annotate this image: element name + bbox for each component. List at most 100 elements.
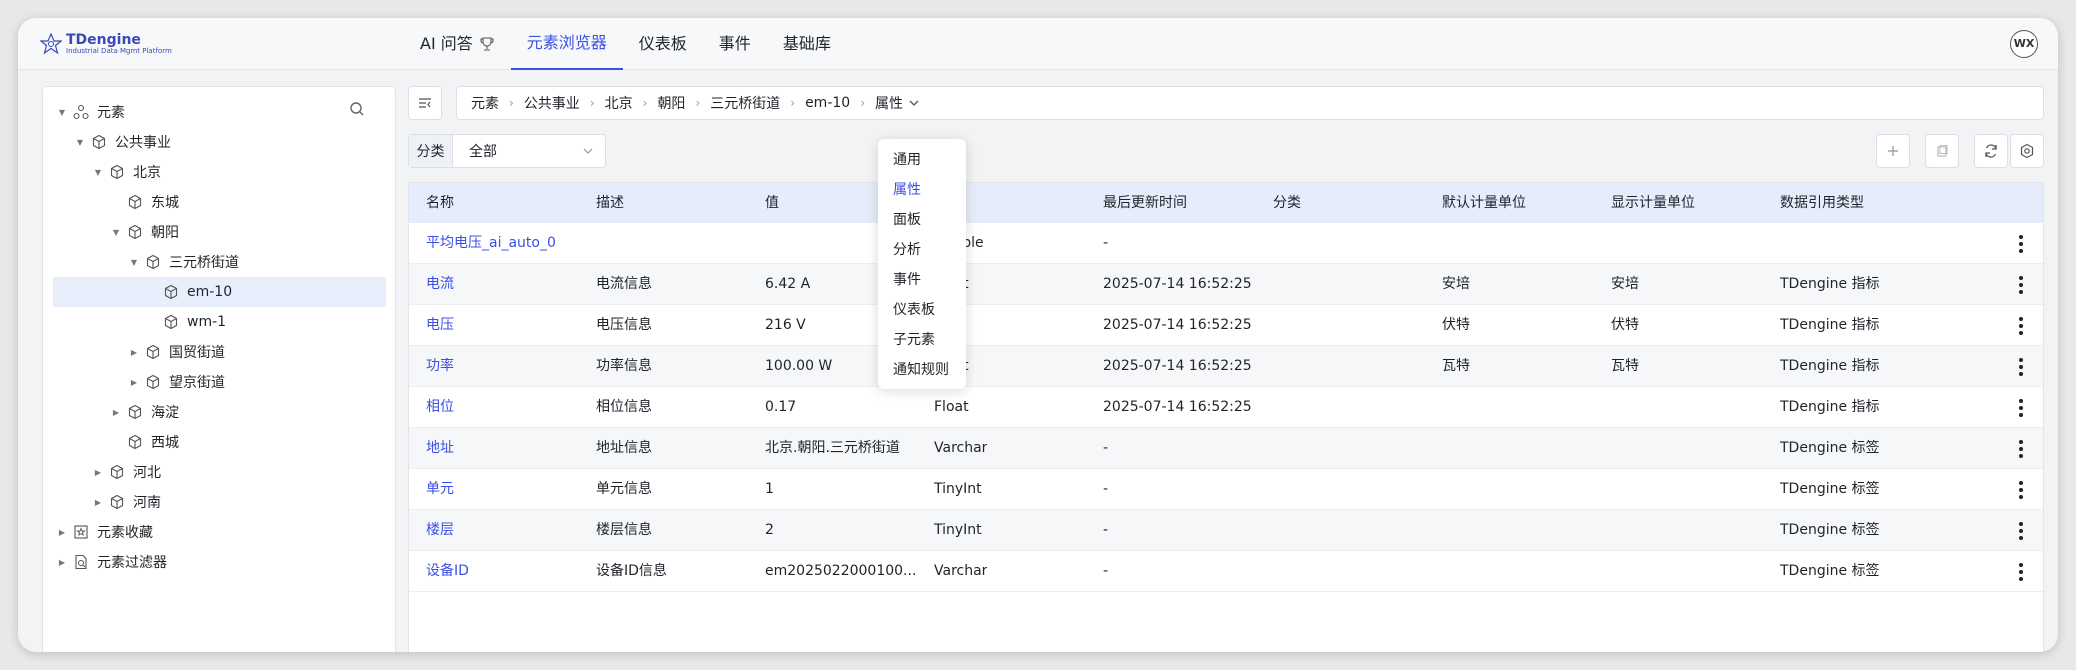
more-actions-icon[interactable] [2019,235,2023,253]
collapse-sidebar-button[interactable] [408,86,442,120]
table-row[interactable]: 楼层 楼层信息 2 TinyInt - TDengine 标签 [409,510,2043,551]
caret-right-icon[interactable]: ▶ [129,348,139,357]
more-actions-icon[interactable] [2019,563,2023,581]
table-cell[interactable]: 电流 [426,264,454,305]
column-header[interactable]: 显示计量单位 [1611,183,1695,223]
table-cell[interactable]: 楼层 [426,510,454,551]
breadcrumb-tab-select[interactable]: 属性 [875,93,903,113]
table-cell: 216 V [765,317,806,333]
dropdown-item-child-elements[interactable]: 子元素 [878,325,966,355]
table-cell[interactable]: 设备ID [426,551,469,592]
more-actions-icon[interactable] [2019,399,2023,417]
column-header[interactable]: 值 [765,183,779,223]
dropdown-item-attributes[interactable]: 属性 [878,175,966,205]
gear-icon [2020,143,2034,159]
tree-item-em-10[interactable]: em-10 [53,277,386,307]
breadcrumb-item[interactable]: 朝阳 [657,93,685,113]
chevron-down-icon[interactable] [909,98,919,108]
more-actions-icon[interactable] [2019,440,2023,458]
logo[interactable]: TDengine Industrial Data Mgmt Platform [40,28,172,60]
caret-right-icon[interactable]: ▶ [57,528,67,537]
column-header[interactable]: 名称 [426,183,454,223]
table-row[interactable]: 电压电压信息216 VInt2025-07-14 16:52:25伏特伏特TDe… [409,305,2043,346]
tree-item-wm-1[interactable]: wm-1 [43,307,376,337]
dropdown-item-panel[interactable]: 面板 [878,205,966,235]
table-cell[interactable]: 功率 [426,346,454,387]
tree-item-public-utility[interactable]: ▼ 公共事业 [43,127,376,157]
category-filter[interactable]: 分类 全部 [408,134,606,168]
tree-item-haidian[interactable]: ▶ 海淀 [43,397,376,427]
copy-button[interactable] [1925,134,1959,168]
dropdown-item-notification-rules[interactable]: 通知规则 [878,355,966,385]
caret-right-icon[interactable]: ▶ [129,378,139,387]
column-header[interactable]: 数据引用类型 [1780,183,1864,223]
caret-right-icon[interactable]: ▶ [93,498,103,507]
tree-item-guomao[interactable]: ▶ 国贸街道 [43,337,376,367]
tree-item-henan[interactable]: ▶ 河南 [43,487,376,517]
table-cell[interactable]: 平均电压_ai_auto_0 [426,223,556,264]
table-row[interactable]: 相位 相位信息 0.17 Float 2025-07-14 16:52:25 TDengi… [409,387,2043,428]
more-actions-icon[interactable] [2019,358,2023,376]
tree-item-xicheng[interactable]: 西城 [43,427,376,457]
table-row[interactable]: 地址 地址信息 北京.朝阳.三元桥街道 Varchar - TDengine 标签 [409,428,2043,469]
logo-tagline: Industrial Data Mgmt Platform [66,46,172,55]
settings-button[interactable] [2010,134,2044,168]
caret-right-icon[interactable]: ▶ [93,468,103,477]
nav-ai-qa[interactable]: AI 问答 [404,18,511,70]
add-button[interactable] [1876,134,1910,168]
nav-events[interactable]: 事件 [703,18,767,70]
dropdown-item-general[interactable]: 通用 [878,145,966,175]
caret-down-icon[interactable]: ▼ [111,228,121,237]
column-header[interactable]: 默认计量单位 [1442,183,1526,223]
column-header[interactable]: 描述 [596,183,624,223]
table-cell[interactable]: 地址 [426,428,454,469]
more-actions-icon[interactable] [2019,481,2023,499]
table-cell: 1 [765,481,774,497]
column-header[interactable]: 分类 [1273,183,1301,223]
tree-item-sanyuanqiao[interactable]: ▼ 三元桥街道 [43,247,376,277]
breadcrumb-item[interactable]: 公共事业 [524,93,580,113]
main-nav: AI 问答 元素浏览器 仪表板 事件 基础库 [404,18,847,70]
tree-item-chaoyang[interactable]: ▼ 朝阳 [43,217,376,247]
tree-root[interactable]: ▼ 元素 [43,97,376,127]
tree-item-dongcheng[interactable]: 东城 [43,187,376,217]
caret-down-icon[interactable]: ▼ [57,108,67,117]
tree-item-beijing[interactable]: ▼ 北京 [43,157,376,187]
table-cell: Float [934,399,969,415]
nav-element-browser[interactable]: 元素浏览器 [510,18,623,70]
table-row[interactable]: 平均电压_ai_auto_0Double- [409,223,2043,264]
caret-down-icon[interactable]: ▼ [75,138,85,147]
nav-dashboard[interactable]: 仪表板 [623,18,703,70]
table-cell[interactable]: 电压 [426,305,454,346]
caret-down-icon[interactable]: ▼ [129,258,139,267]
tree-item-hebei[interactable]: ▶ 河北 [43,457,376,487]
category-select[interactable]: 全部 [453,135,605,167]
dropdown-item-events[interactable]: 事件 [878,265,966,295]
avatar[interactable]: WX [2010,30,2038,58]
dropdown-item-analysis[interactable]: 分析 [878,235,966,265]
breadcrumb-item[interactable]: 元素 [471,93,499,113]
tree-item-favorites[interactable]: ▶ 元素收藏 [43,517,376,547]
caret-right-icon[interactable]: ▶ [57,558,67,567]
table-row[interactable]: 单元 单元信息 1 TinyInt - TDengine 标签 [409,469,2043,510]
breadcrumb-item[interactable]: 三元桥街道 [710,93,780,113]
table-row[interactable]: 电流电流信息6.42 AFloat2025-07-14 16:52:25安培安培… [409,264,2043,305]
caret-down-icon[interactable]: ▼ [93,168,103,177]
tree-item-wangjing[interactable]: ▶ 望京街道 [43,367,376,397]
table-cell: 电压信息 [596,317,652,333]
more-actions-icon[interactable] [2019,276,2023,294]
column-header[interactable]: 最后更新时间 [1103,183,1187,223]
nav-library[interactable]: 基础库 [767,18,847,70]
more-actions-icon[interactable] [2019,522,2023,540]
dropdown-item-dashboard[interactable]: 仪表板 [878,295,966,325]
table-cell[interactable]: 相位 [426,387,454,428]
table-cell[interactable]: 单元 [426,469,454,510]
more-actions-icon[interactable] [2019,317,2023,335]
table-row[interactable]: 设备ID 设备ID信息 em2025022000100... Varchar - TDen… [409,551,2043,592]
table-row[interactable]: 功率功率信息100.00 WFloat2025-07-14 16:52:25瓦特… [409,346,2043,387]
caret-right-icon[interactable]: ▶ [111,408,121,417]
breadcrumb-item[interactable]: 北京 [605,93,633,113]
refresh-button[interactable] [1974,134,2008,168]
tree-item-filters[interactable]: ▶ 元素过滤器 [43,547,376,577]
breadcrumb-item[interactable]: em-10 [805,95,850,111]
